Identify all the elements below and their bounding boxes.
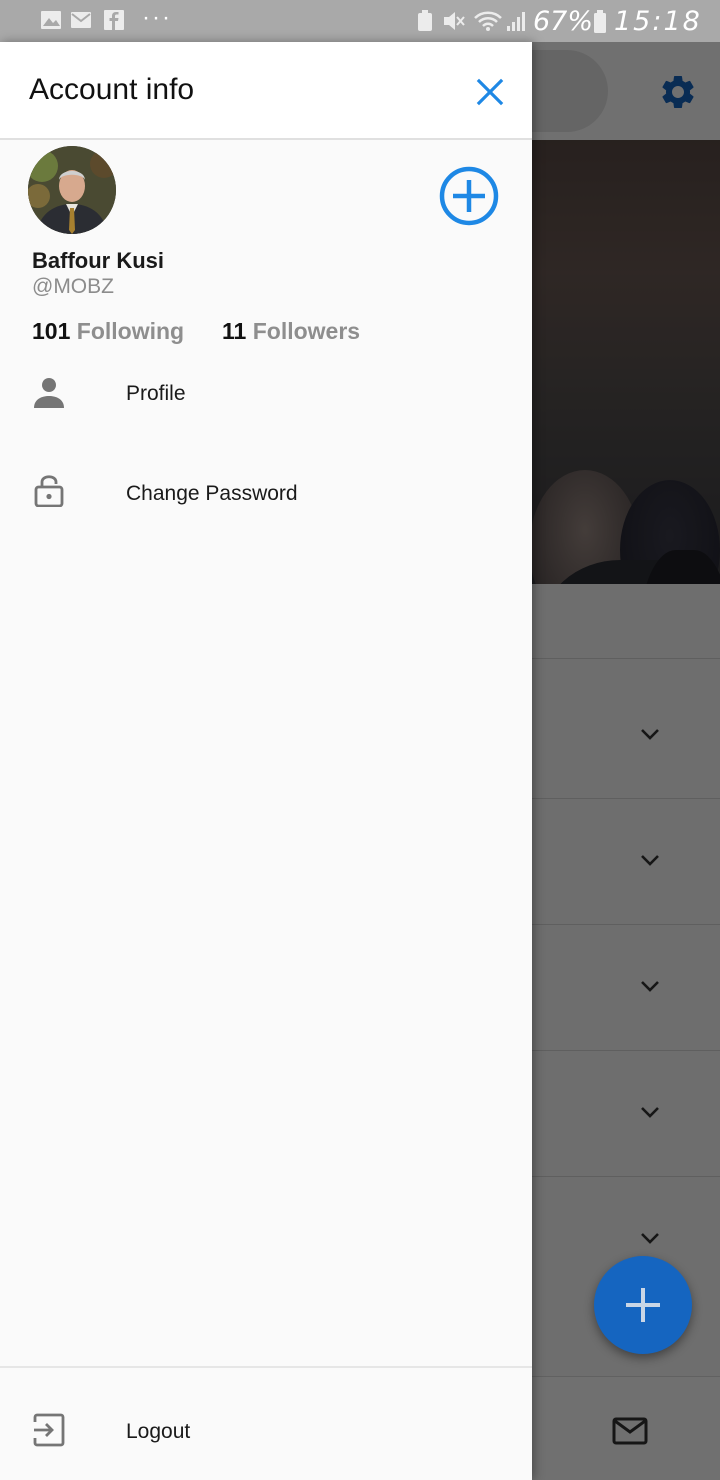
logout-icon bbox=[33, 1413, 65, 1447]
user-name: Baffour Kusi bbox=[32, 248, 164, 273]
drawer-title: Account info bbox=[29, 73, 195, 106]
person-icon bbox=[34, 378, 64, 408]
followers-count: 11 bbox=[222, 318, 247, 344]
user-handle: @MOBZ bbox=[32, 275, 114, 298]
more-notifications-indicator: ··· bbox=[142, 4, 172, 31]
menu-item-profile[interactable]: Profile bbox=[0, 350, 532, 440]
battery-saver-icon bbox=[418, 10, 432, 31]
menu-item-change-password[interactable]: Change Password bbox=[0, 448, 532, 538]
status-bar: ··· 67% 15:18 bbox=[0, 0, 720, 42]
battery-percent: 67% bbox=[533, 6, 594, 37]
avatar[interactable] bbox=[28, 146, 116, 234]
close-icon[interactable] bbox=[470, 72, 510, 112]
followers-label: Followers bbox=[252, 318, 361, 344]
menu-item-label: Change Password bbox=[126, 482, 298, 505]
wifi-icon bbox=[474, 11, 502, 31]
gallery-icon bbox=[41, 11, 61, 29]
following-label: Following bbox=[76, 318, 185, 344]
mute-icon bbox=[444, 12, 465, 30]
facebook-icon bbox=[104, 10, 124, 30]
following-count: 101 bbox=[32, 318, 71, 344]
add-fab-button[interactable] bbox=[594, 1256, 692, 1354]
battery-icon bbox=[594, 10, 606, 33]
menu-item-label: Profile bbox=[126, 382, 186, 405]
account-drawer: Account info Baffour Kusi @MOBZ 101 Foll… bbox=[0, 42, 532, 1480]
signal-icon bbox=[507, 12, 525, 31]
logout-button[interactable]: Logout bbox=[0, 1388, 532, 1478]
footer-divider bbox=[0, 1366, 532, 1368]
mail-icon bbox=[71, 12, 91, 28]
clock: 15:18 bbox=[614, 6, 702, 37]
add-circle-icon[interactable] bbox=[438, 165, 500, 227]
following-stat[interactable]: 101 Following bbox=[32, 318, 184, 345]
followers-stat[interactable]: 11 Followers bbox=[222, 318, 360, 345]
drawer-header: Account info bbox=[0, 42, 532, 140]
logout-label: Logout bbox=[126, 1420, 191, 1443]
lock-icon bbox=[34, 475, 64, 507]
